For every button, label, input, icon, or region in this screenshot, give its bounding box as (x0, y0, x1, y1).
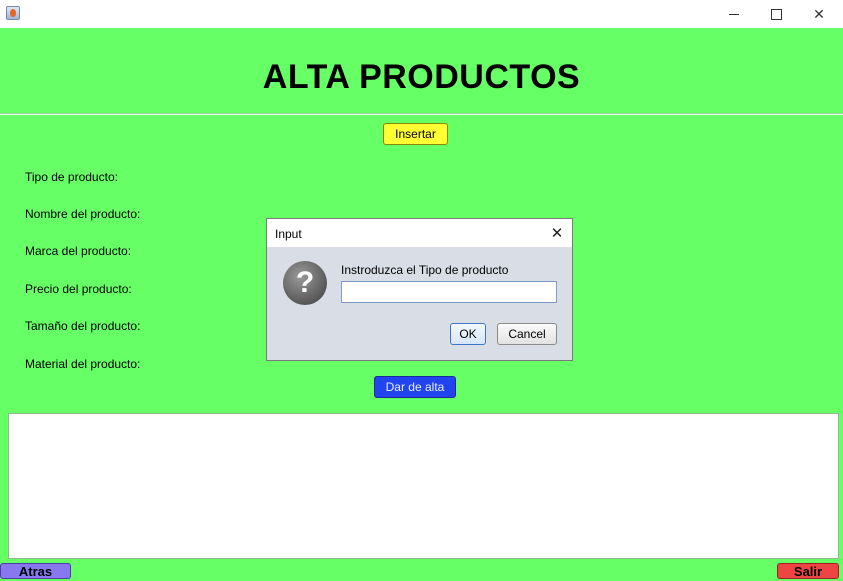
window-close-button[interactable]: ✕ (797, 0, 841, 28)
window-titlebar: ✕ (0, 0, 843, 28)
cancel-button[interactable]: Cancel (497, 323, 557, 345)
label-tamano-producto: Tamaño del producto: (25, 319, 141, 333)
dialog-title: Input (275, 227, 302, 241)
dialog-close-button[interactable]: ✕ (547, 223, 567, 243)
maximize-button[interactable] (754, 0, 798, 28)
exit-button[interactable]: Salir (777, 563, 839, 579)
output-text-area[interactable] (8, 413, 839, 559)
ok-button[interactable]: OK (450, 323, 486, 345)
label-material-producto: Material del producto: (25, 357, 141, 371)
product-type-input[interactable] (341, 281, 557, 303)
question-icon: ? (283, 261, 327, 305)
label-nombre-producto: Nombre del producto: (25, 207, 141, 221)
java-app-icon (6, 6, 20, 20)
maximize-icon (770, 8, 782, 20)
label-marca-producto: Marca del producto: (25, 244, 132, 258)
minimize-button[interactable] (712, 0, 756, 28)
close-icon: ✕ (813, 5, 825, 22)
dialog-titlebar: Input ✕ (267, 219, 572, 247)
label-precio-producto: Precio del producto: (25, 282, 132, 296)
dialog-message: Instroduzca el Tipo de producto (341, 263, 509, 277)
title-separator (0, 113, 843, 115)
input-dialog: Input ✕ ? Instroduzca el Tipo de product… (266, 218, 573, 361)
label-tipo-producto: Tipo de producto: (25, 170, 118, 184)
submit-button[interactable]: Dar de alta (374, 376, 456, 398)
minimize-icon (729, 13, 739, 15)
back-button[interactable]: Atras (0, 563, 71, 579)
insert-button[interactable]: Insertar (383, 123, 448, 145)
close-icon: ✕ (550, 225, 564, 242)
page-title: ALTA PRODUCTOS (262, 58, 581, 96)
